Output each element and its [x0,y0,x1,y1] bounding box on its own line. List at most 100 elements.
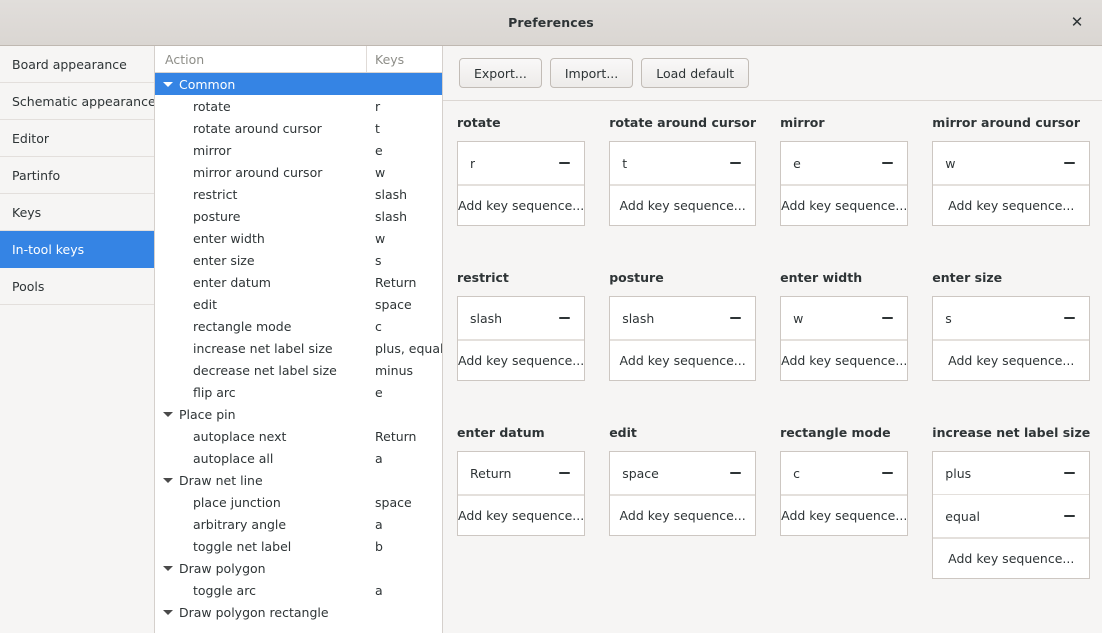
column-header-keys[interactable]: Keys [367,46,442,72]
remove-key-sequence-icon[interactable] [727,310,743,326]
table-row[interactable]: toggle arc a [155,579,442,601]
tree-body[interactable]: Common rotate r rotate around cursor t mirror… [155,73,442,633]
card-spacer [609,226,756,270]
table-row[interactable]: place junction space [155,491,442,513]
table-row[interactable]: arbitrary angle a [155,513,442,535]
tree-item-label: posture [193,208,241,224]
toolbar: Export... Import... Load default [443,46,1102,101]
chevron-down-icon[interactable] [163,607,173,617]
remove-key-sequence-icon[interactable] [556,310,572,326]
remove-key-sequence-icon[interactable] [879,155,895,171]
table-row[interactable]: autoplace all a [155,447,442,469]
table-row[interactable]: enter datum Return [155,271,442,293]
remove-key-sequence-icon[interactable] [556,465,572,481]
add-key-sequence-button[interactable]: Add key sequence... [781,340,908,380]
add-key-sequence-button[interactable]: Add key sequence... [610,340,756,380]
card-spacer [457,381,585,425]
card-title: mirror around cursor [932,115,1080,130]
remove-key-sequence-icon[interactable] [879,310,895,326]
add-key-sequence-button[interactable]: Add key sequence... [933,538,1090,578]
tree-cell-action: Place pin [155,407,367,422]
table-row[interactable]: Draw polygon rectangle [155,601,442,623]
remove-key-sequence-icon[interactable] [879,465,895,481]
key-sequence-row: slash [610,297,756,340]
tree-cell-keys: e [375,384,383,400]
add-key-sequence-button[interactable]: Add key sequence... [458,495,585,535]
remove-key-sequence-icon[interactable] [1061,310,1077,326]
sidebar-item-schematic-appearance[interactable]: Schematic appearance [0,83,154,120]
sidebar-item-pools[interactable]: Pools [0,268,154,305]
table-row[interactable]: edit space [155,293,442,315]
table-row[interactable]: decrease net label size minus [155,359,442,381]
add-key-sequence-button[interactable]: Add key sequence... [781,185,908,225]
tree-cell-action: rectangle mode [155,319,367,334]
column-header-action[interactable]: Action [155,46,367,72]
export-button[interactable]: Export... [459,58,542,88]
sidebar-item-board-appearance[interactable]: Board appearance [0,46,154,83]
table-row[interactable]: mirror around cursor w [155,161,442,183]
table-row[interactable]: Common [155,73,442,95]
tree-cell-action: increase net label size [155,341,367,356]
table-row[interactable]: rotate around cursor t [155,117,442,139]
table-row[interactable]: mirror e [155,139,442,161]
chevron-down-icon[interactable] [163,409,173,419]
tree-cell-action: rotate around cursor [155,121,367,136]
tree-cell-action: mirror [155,143,367,158]
chevron-down-icon[interactable] [163,475,173,485]
sidebar: Board appearance Schematic appearance Edit… [0,46,155,633]
key-sequence-list: s Add key sequence... [932,296,1091,381]
table-row[interactable]: autoplace next Return [155,425,442,447]
table-row[interactable]: enter size s [155,249,442,271]
window-body: Board appearance Schematic appearance Edit… [0,46,1102,633]
sidebar-item-label: Keys [12,204,42,220]
key-binding-card: rotate r Add key sequence... [457,115,586,270]
sidebar-item-editor[interactable]: Editor [0,120,154,157]
card-title: enter width [780,270,863,285]
add-key-sequence-button[interactable]: Add key sequence... [458,185,585,225]
chevron-down-icon[interactable] [163,79,173,89]
table-row[interactable]: restrict slash [155,183,442,205]
add-key-sequence-button[interactable]: Add key sequence... [933,340,1090,380]
tree-cell-action: flip arc [155,385,367,400]
chevron-down-icon[interactable] [163,563,173,573]
load-default-button[interactable]: Load default [641,58,750,88]
tree-item-label: decrease net label size [193,362,337,378]
cards-scroll-area[interactable]: rotate r Add key sequence... rotate around … [443,101,1102,633]
table-row[interactable]: rectangle mode c [155,315,442,337]
remove-key-sequence-icon[interactable] [1061,155,1077,171]
remove-key-sequence-icon[interactable] [727,465,743,481]
key-sequence-label: c [793,465,800,481]
key-sequence-row: equal [933,495,1090,538]
remove-key-sequence-icon[interactable] [727,155,743,171]
remove-key-sequence-icon[interactable] [556,155,572,171]
table-row[interactable]: Draw polygon [155,557,442,579]
add-key-sequence-button[interactable]: Add key sequence... [781,495,908,535]
add-key-sequence-button[interactable]: Add key sequence... [933,185,1090,225]
close-icon[interactable]: ✕ [1060,6,1094,40]
table-row[interactable]: Place pin [155,403,442,425]
card-spacer [932,381,1090,425]
import-button[interactable]: Import... [549,58,634,88]
remove-key-sequence-icon[interactable] [1061,508,1077,524]
card-spacer [780,536,908,580]
sidebar-item-in-tool-keys[interactable]: In-tool keys [0,231,154,268]
key-sequence-row: slash [458,297,585,340]
key-binding-card: mirror around cursor w Add key sequence... [932,115,1091,270]
table-row[interactable]: Draw net line [155,469,442,491]
sidebar-item-partinfo[interactable]: Partinfo [0,157,154,194]
card-spacer [780,226,908,270]
key-sequence-label: space [622,465,659,481]
table-row[interactable]: posture slash [155,205,442,227]
remove-key-sequence-icon[interactable] [1061,465,1077,481]
sidebar-item-keys[interactable]: Keys [0,194,154,231]
key-sequence-list: t Add key sequence... [609,141,757,226]
table-row[interactable]: increase net label size plus, equal [155,337,442,359]
add-key-sequence-button[interactable]: Add key sequence... [610,185,756,225]
key-sequence-list: e Add key sequence... [780,141,909,226]
add-key-sequence-button[interactable]: Add key sequence... [458,340,585,380]
table-row[interactable]: rotate r [155,95,442,117]
table-row[interactable]: flip arc e [155,381,442,403]
table-row[interactable]: toggle net label b [155,535,442,557]
table-row[interactable]: enter width w [155,227,442,249]
add-key-sequence-button[interactable]: Add key sequence... [610,495,756,535]
